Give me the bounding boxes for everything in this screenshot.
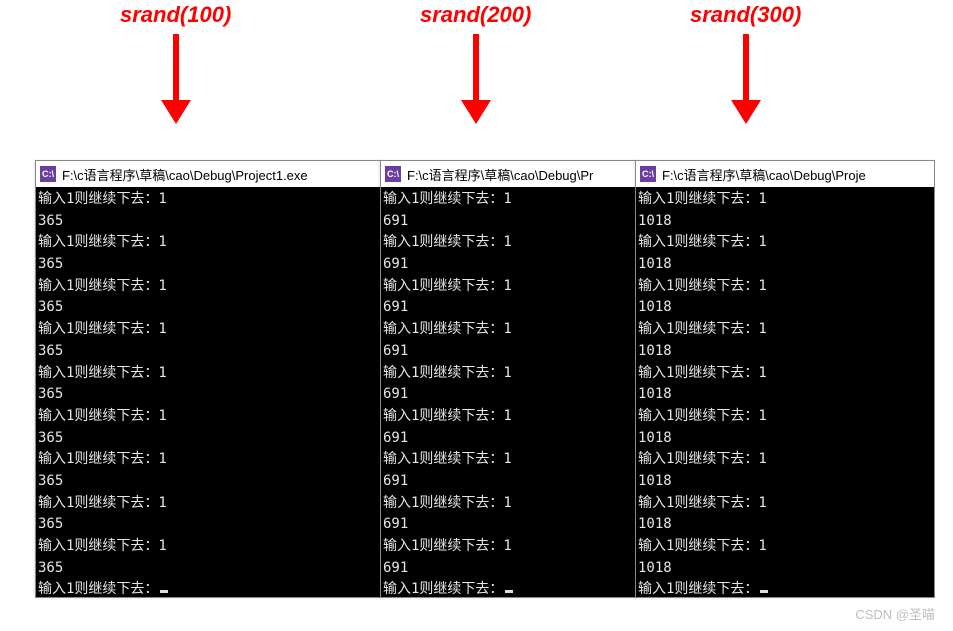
console-window-1: C:\ F:\c语言程序\草稿\cao\Debug\Project1.exe 输…	[35, 160, 385, 598]
label-group-2: srand(200)	[420, 2, 531, 124]
label-2-text: srand(200)	[420, 2, 531, 28]
down-arrow-icon	[731, 34, 761, 124]
cursor-icon	[505, 590, 513, 593]
title-text: F:\c语言程序\草稿\cao\Debug\Project1.exe	[62, 165, 308, 184]
cursor-icon	[160, 590, 168, 593]
console-app-icon: C:\	[640, 166, 656, 182]
console-app-icon: C:\	[40, 166, 56, 182]
label-group-1: srand(100)	[120, 2, 231, 124]
title-bar[interactable]: C:\ F:\c语言程序\草稿\cao\Debug\Pr	[381, 161, 639, 187]
down-arrow-icon	[161, 34, 191, 124]
title-text: F:\c语言程序\草稿\cao\Debug\Pr	[407, 165, 593, 184]
title-bar[interactable]: C:\ F:\c语言程序\草稿\cao\Debug\Project1.exe	[36, 161, 384, 187]
console-window-3: C:\ F:\c语言程序\草稿\cao\Debug\Proje 输入1则继续下去…	[635, 160, 935, 598]
watermark: CSDN @圣喵	[855, 604, 935, 623]
consoles-container: C:\ F:\c语言程序\草稿\cao\Debug\Project1.exe 输…	[35, 160, 935, 598]
label-1-text: srand(100)	[120, 2, 231, 28]
title-text: F:\c语言程序\草稿\cao\Debug\Proje	[662, 165, 866, 184]
console-output[interactable]: 输入1则继续下去：1 365 输入1则继续下去：1 365 输入1则继续下去：1…	[36, 187, 384, 597]
console-output[interactable]: 输入1则继续下去：1 1018 输入1则继续下去：1 1018 输入1则继续下去…	[636, 187, 934, 597]
label-3-text: srand(300)	[690, 2, 801, 28]
down-arrow-icon	[461, 34, 491, 124]
label-group-3: srand(300)	[690, 2, 801, 124]
cursor-icon	[760, 590, 768, 593]
title-bar[interactable]: C:\ F:\c语言程序\草稿\cao\Debug\Proje	[636, 161, 934, 187]
console-window-2: C:\ F:\c语言程序\草稿\cao\Debug\Pr 输入1则继续下去：1 …	[380, 160, 640, 598]
console-output[interactable]: 输入1则继续下去：1 691 输入1则继续下去：1 691 输入1则继续下去：1…	[381, 187, 639, 597]
console-app-icon: C:\	[385, 166, 401, 182]
